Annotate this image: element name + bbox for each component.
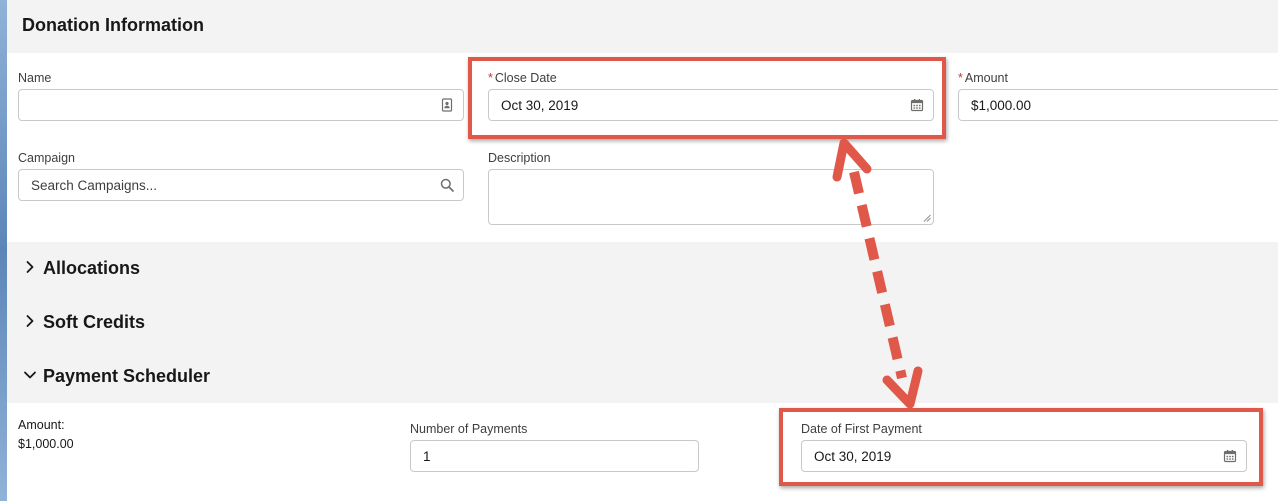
arrow-shaft	[849, 170, 907, 380]
double-headed-arrow-annotation	[832, 138, 923, 409]
arrow-head-up	[832, 138, 872, 182]
